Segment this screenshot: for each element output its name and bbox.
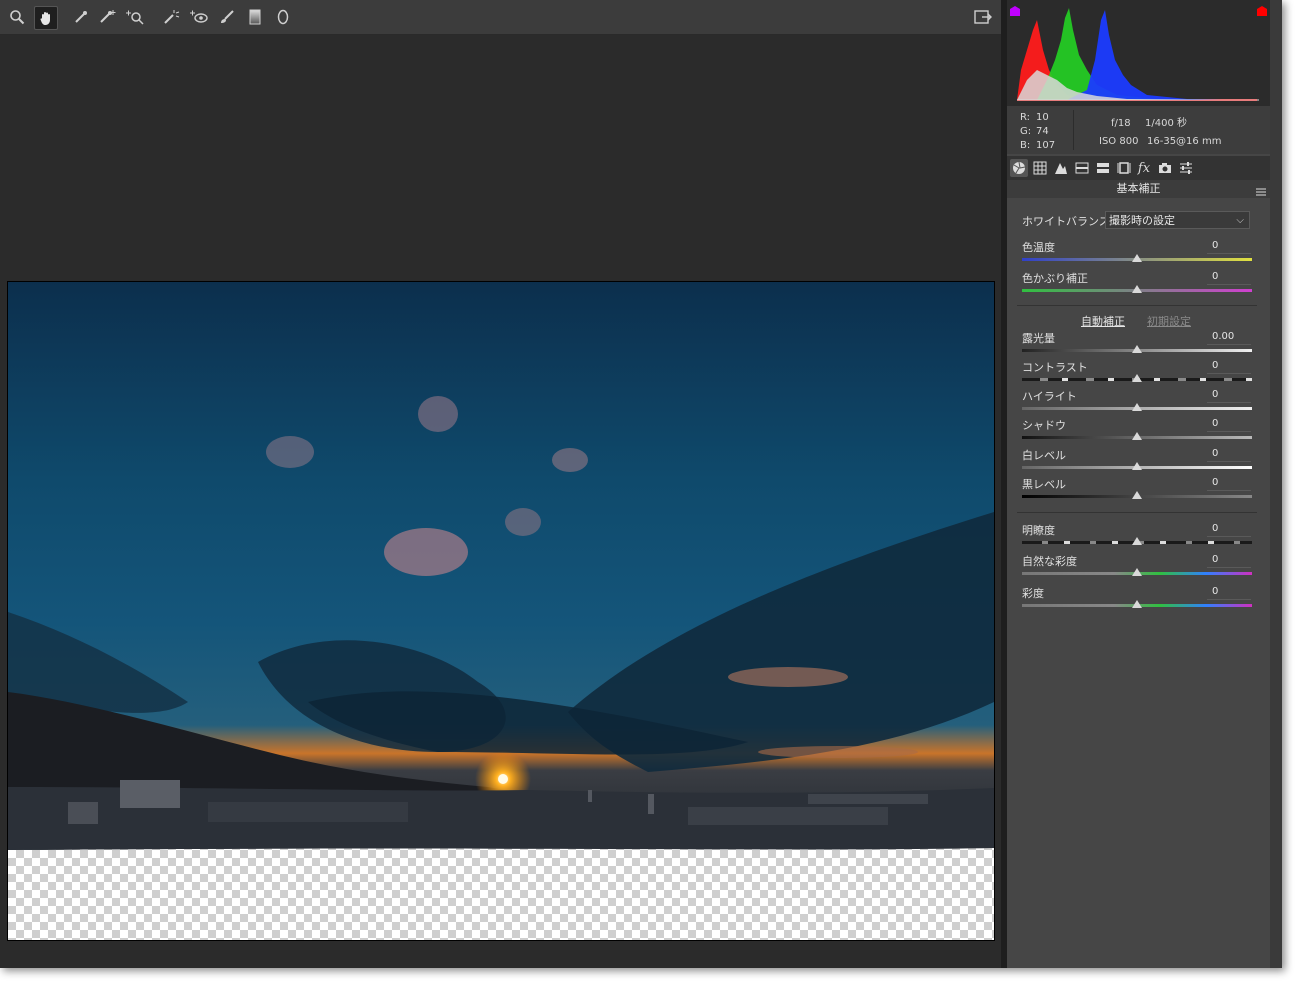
g-value: 74 [1036, 126, 1049, 137]
lens: 16-35@16 mm [1147, 136, 1222, 147]
exposure-slider-thumb[interactable] [1132, 345, 1142, 353]
slider-value-shadows[interactable]: 0 [1212, 418, 1218, 429]
slider-value-vibrance[interactable]: 0 [1212, 554, 1218, 565]
brush-icon[interactable] [216, 6, 238, 28]
highlight-clipping-warning[interactable] [1256, 2, 1268, 16]
highlights-slider-thumb[interactable] [1132, 403, 1142, 411]
slider-value-temperature[interactable]: 0 [1212, 240, 1218, 251]
slider-label-whites: 白レベル [1022, 449, 1066, 462]
slider-label-tint: 色かぶり補正 [1022, 272, 1088, 285]
whites-slider-thumb[interactable] [1132, 462, 1142, 470]
blacks-slider-thumb[interactable] [1132, 491, 1142, 499]
shutter-speed: 1/400 秒 [1145, 118, 1187, 129]
full-screen-icon[interactable] [972, 6, 994, 28]
slider-label-saturation: 彩度 [1022, 587, 1044, 600]
histogram [1007, 0, 1270, 106]
white-balance-label: ホワイトバランス : [1022, 215, 1117, 228]
vibrance-slider-thumb[interactable] [1132, 568, 1142, 576]
rgb-values: R: 10 G: 74 B: 107 [1020, 111, 1055, 153]
slider-label-exposure: 露光量 [1022, 332, 1055, 345]
basic-tab-icon[interactable] [1010, 159, 1028, 177]
b-label: B: [1020, 140, 1031, 151]
section-title: 基本補正 [1007, 180, 1270, 198]
info-readout: R: 10 G: 74 B: 107 f/18 1/400 秒 ISO 800 16-35… [1007, 106, 1270, 154]
effects-tab-icon[interactable]: fx [1135, 159, 1153, 177]
auto-button[interactable]: 自動補正 [1081, 313, 1125, 329]
slider-label-shadows: シャドウ [1022, 419, 1066, 432]
presets-tab-icon[interactable] [1177, 159, 1195, 177]
chevron-down-icon: ⌵ [1236, 215, 1244, 226]
slider-value-saturation[interactable]: 0 [1212, 586, 1218, 597]
exif-info: f/18 1/400 秒 ISO 800 16-35@16 mm [1099, 115, 1221, 151]
slider-label-contrast: コントラスト [1022, 361, 1088, 374]
targeted-adjustment-icon[interactable] [124, 6, 146, 28]
red-eye-icon[interactable] [188, 6, 210, 28]
g-label: G: [1020, 126, 1032, 137]
tone-curve-tab-icon[interactable] [1031, 159, 1049, 177]
slider-value-blacks[interactable]: 0 [1212, 477, 1218, 488]
clarity-slider-thumb[interactable] [1132, 537, 1142, 545]
hand-icon[interactable] [34, 6, 58, 30]
graduated-filter-icon[interactable] [244, 6, 266, 28]
camera-calibration-tab-icon[interactable] [1156, 159, 1174, 177]
shadows-slider-thumb[interactable] [1132, 432, 1142, 440]
panel-tabs: fx [1007, 156, 1270, 180]
color-sampler-icon[interactable] [96, 6, 118, 28]
split-toning-tab-icon[interactable] [1094, 159, 1112, 177]
contrast-slider-thumb[interactable] [1132, 374, 1142, 382]
hsl-tab-icon[interactable] [1073, 159, 1091, 177]
slider-value-contrast[interactable]: 0 [1212, 360, 1218, 371]
slider-value-whites[interactable]: 0 [1212, 448, 1218, 459]
temperature-slider-thumb[interactable] [1132, 254, 1142, 262]
slider-value-exposure[interactable]: 0.00 [1212, 331, 1234, 342]
shadow-clipping-warning[interactable] [1009, 2, 1021, 16]
adjustment-panel: R: 10 G: 74 B: 107 f/18 1/400 秒 ISO 800 16-35… [1007, 0, 1270, 968]
panel-title: 基本補正 [1116, 182, 1161, 195]
zoom-icon[interactable] [6, 6, 28, 28]
saturation-slider-thumb[interactable] [1132, 600, 1142, 608]
white-balance-value: 撮影時の設定 [1109, 214, 1175, 227]
toolbar [0, 0, 1001, 35]
camera-raw-window: R: 10 G: 74 B: 107 f/18 1/400 秒 ISO 800 16-35… [0, 0, 1282, 968]
slider-label-temperature: 色温度 [1022, 241, 1055, 254]
slider-label-vibrance: 自然な彩度 [1022, 555, 1077, 568]
default-button[interactable]: 初期設定 [1147, 313, 1191, 329]
white-balance-select[interactable]: 撮影時の設定 ⌵ [1105, 211, 1250, 229]
slider-value-clarity[interactable]: 0 [1212, 523, 1218, 534]
lens-corrections-tab-icon[interactable] [1115, 159, 1133, 177]
eyedropper-icon[interactable] [70, 6, 92, 28]
detail-tab-icon[interactable] [1052, 159, 1070, 177]
panel-menu-icon[interactable] [1256, 184, 1266, 202]
slider-value-tint[interactable]: 0 [1212, 271, 1218, 282]
slider-value-highlights[interactable]: 0 [1212, 389, 1218, 400]
slider-label-blacks: 黒レベル [1022, 478, 1066, 491]
spot-removal-icon[interactable] [160, 6, 182, 28]
aperture: f/18 [1111, 118, 1131, 129]
tint-slider-thumb[interactable] [1132, 285, 1142, 293]
r-label: R: [1020, 112, 1031, 123]
photo-preview[interactable] [7, 281, 995, 941]
iso: ISO 800 [1099, 136, 1139, 147]
slider-label-clarity: 明瞭度 [1022, 524, 1055, 537]
slider-label-highlights: ハイライト [1022, 390, 1077, 403]
r-value: 10 [1036, 112, 1049, 123]
b-value: 107 [1036, 140, 1056, 151]
radial-filter-icon[interactable] [272, 6, 294, 28]
